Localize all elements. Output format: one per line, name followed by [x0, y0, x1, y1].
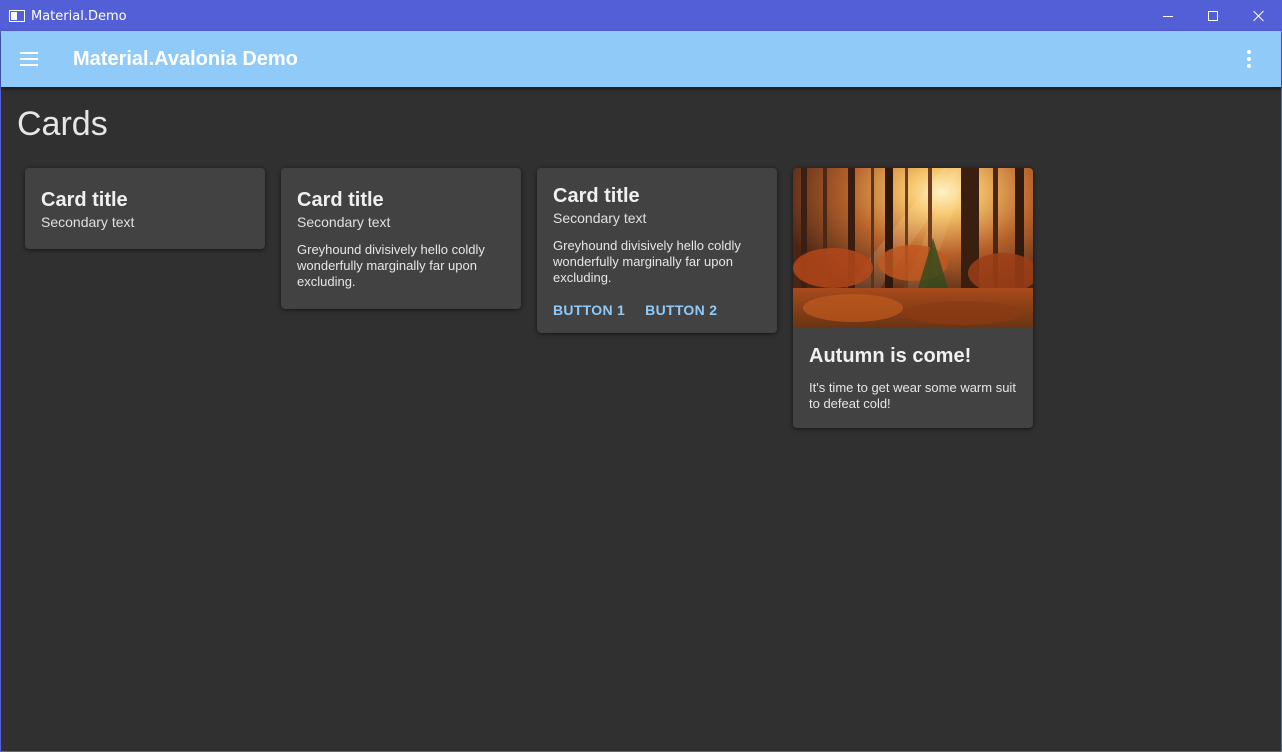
card-with-image: Autumn is come! It's time to get wear so… [793, 168, 1033, 428]
card-with-actions: Card title Secondary text Greyhound divi… [537, 168, 777, 333]
app-icon [9, 10, 25, 22]
card-title: Autumn is come! [809, 345, 972, 367]
card-title: Card title [297, 189, 384, 211]
more-vert-icon [1247, 50, 1251, 54]
card-body-text: It's time to get wear some warm suit to … [809, 380, 1016, 411]
hamburger-menu-button[interactable] [13, 43, 45, 75]
card-title: Card title [553, 185, 640, 207]
card-body-text: Greyhound divisively hello coldly wonder… [553, 238, 741, 285]
minimize-icon [1163, 15, 1173, 17]
card-simple: Card title Secondary text [25, 168, 265, 249]
card-subtitle: Secondary text [553, 210, 647, 226]
button-2[interactable]: BUTTON 2 [645, 302, 717, 318]
card-title: Card title [41, 189, 128, 211]
page-title: Cards [17, 105, 108, 143]
button-1[interactable]: BUTTON 1 [553, 302, 625, 318]
window-title: Material.Demo [31, 9, 127, 24]
card-subtitle: Secondary text [41, 214, 135, 230]
more-options-button[interactable] [1233, 43, 1265, 75]
maximize-icon [1208, 11, 1218, 21]
autumn-forest-image [793, 168, 1033, 328]
card-actions: BUTTON 1 BUTTON 2 [553, 302, 761, 318]
card-body-text: Greyhound divisively hello coldly wonder… [297, 242, 485, 289]
hamburger-icon [20, 52, 38, 54]
card-content: Autumn is come! It's time to get wear so… [793, 328, 1033, 412]
app-title: Material.Avalonia Demo [73, 48, 298, 70]
app-bar: Material.Avalonia Demo [1, 31, 1281, 87]
close-button[interactable] [1236, 1, 1282, 31]
title-bar[interactable]: Material.Demo [1, 1, 1281, 31]
close-icon [1253, 10, 1265, 22]
app-window: Material.Demo Material.Avalonia Demo Car… [0, 0, 1282, 752]
minimize-button[interactable] [1145, 1, 1191, 31]
card-with-body: Card title Secondary text Greyhound divi… [281, 168, 521, 309]
card-subtitle: Secondary text [297, 214, 391, 230]
maximize-button[interactable] [1190, 1, 1236, 31]
